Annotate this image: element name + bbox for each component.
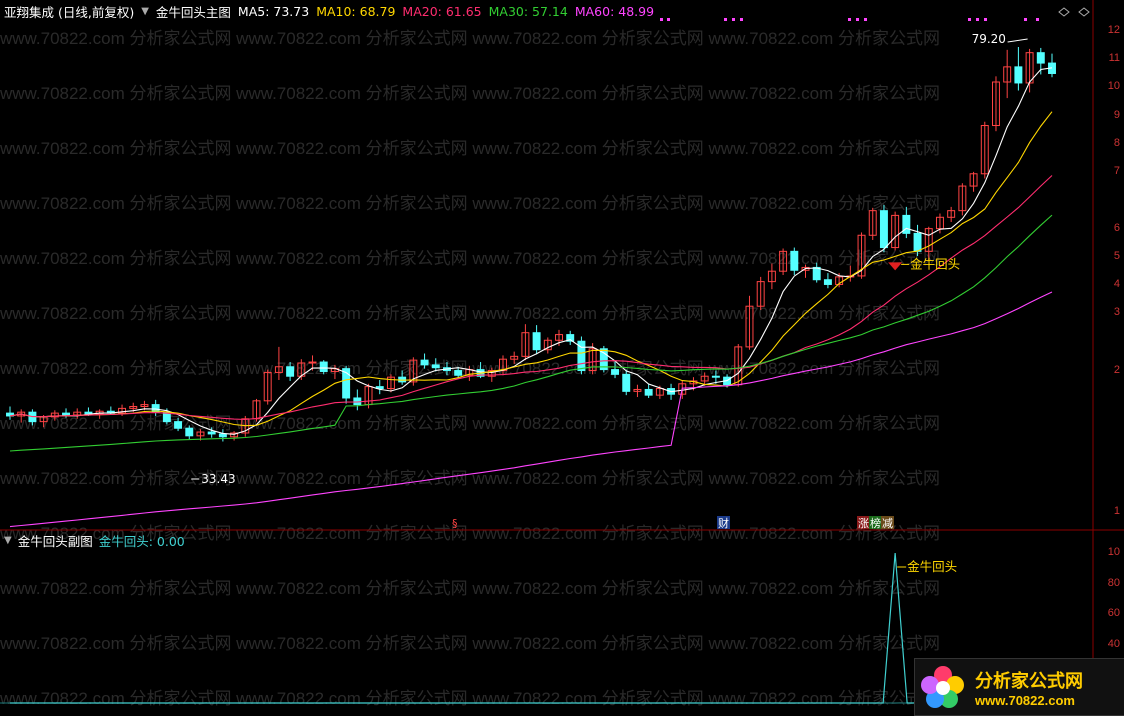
ma5-line	[9, 67, 1053, 435]
diamond-icon	[1078, 7, 1090, 17]
event-badge-label: 减	[882, 517, 893, 530]
brand-logo: 分析家公式网 www.70822.com	[914, 658, 1124, 716]
candle-body	[913, 232, 922, 252]
ma-lines-group	[9, 67, 1053, 528]
flower-logo-icon	[921, 666, 964, 708]
candle-body	[286, 366, 295, 377]
candle-body	[174, 421, 183, 429]
candle-body	[308, 361, 317, 364]
event-dot	[968, 18, 971, 21]
event-badge-label: 涨	[858, 517, 869, 530]
candle-body	[879, 210, 888, 249]
candle-body	[431, 364, 440, 369]
candle-body	[823, 279, 832, 285]
candle-body	[218, 433, 227, 438]
candle-body	[454, 370, 463, 376]
high-arrow	[1007, 38, 1028, 43]
candle-body	[319, 361, 328, 372]
candle-body	[812, 266, 821, 281]
event-dot	[848, 18, 851, 21]
candle-body	[711, 375, 720, 378]
candle-body	[532, 332, 541, 351]
candlestick-chart[interactable]: 79.20 33.43 金牛回头 § 财 涨榜减 金牛回头	[0, 0, 1124, 716]
candle-body	[790, 250, 799, 271]
event-badge-label: §	[452, 517, 458, 530]
event-dot	[864, 18, 867, 21]
event-dot	[1024, 18, 1027, 21]
event-badge-label: 财	[718, 516, 729, 530]
event-dot	[724, 18, 727, 21]
signal-diamond-icon	[888, 262, 903, 271]
event-badge-label: 榜	[870, 516, 881, 530]
event-dot	[856, 18, 859, 21]
candle-body	[611, 369, 620, 375]
sub-signal-line	[10, 552, 1052, 704]
logo-url: www.70822.com	[975, 692, 1075, 708]
event-dot	[667, 18, 670, 21]
high-price-label: 79.20	[972, 32, 1006, 46]
candle-body	[622, 373, 631, 392]
ma60-line	[9, 291, 1053, 528]
candles-group	[6, 47, 1056, 442]
logo-name: 分析家公式网	[975, 670, 1083, 692]
low-price-label: 33.43	[201, 472, 235, 486]
candle-body	[62, 412, 70, 416]
candle-body	[644, 388, 653, 396]
candle-body	[1036, 52, 1045, 64]
event-dot	[732, 18, 735, 21]
sub-chart-group: 金牛回头	[10, 552, 1052, 704]
ma20-line	[9, 175, 1053, 421]
diamond-icon	[1058, 7, 1070, 17]
event-dot	[976, 18, 979, 21]
candle-body	[207, 431, 216, 435]
candle-body	[420, 359, 429, 366]
event-dot	[740, 18, 743, 21]
candle-body	[185, 427, 194, 437]
signal-label: 金牛回头	[910, 256, 960, 271]
candle-body	[1014, 66, 1023, 84]
markers-group: 79.20 33.43 金牛回头 § 财 涨榜减	[191, 7, 1090, 530]
sub-signal-label: 金牛回头	[907, 559, 957, 574]
event-dot	[1036, 18, 1039, 21]
event-dot	[660, 18, 663, 21]
event-dot	[984, 18, 987, 21]
